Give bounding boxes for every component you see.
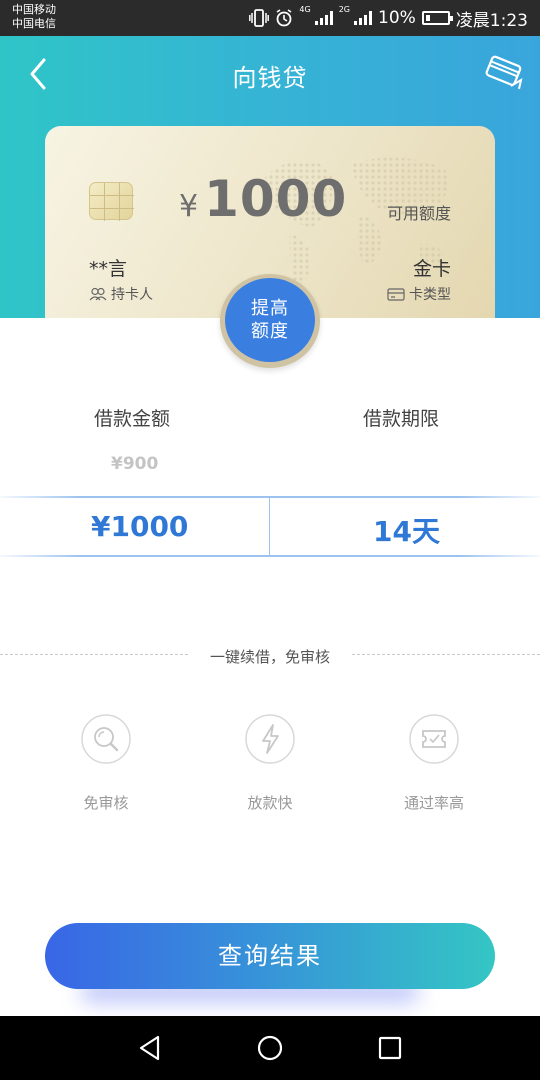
card-chip-icon <box>89 182 134 221</box>
battery-icon <box>421 11 453 25</box>
signal-2-icon <box>354 11 373 25</box>
clock: 凌晨1:23 <box>455 10 528 31</box>
feature-label-high-approval: 通过率高 <box>403 794 464 812</box>
holder-label: 持卡人 <box>89 284 153 304</box>
loan-amount-label: 借款金额 <box>94 408 171 430</box>
raise-limit-button[interactable]: 提高 额度 <box>220 274 320 368</box>
feature-label-no-review: 免审核 <box>83 794 129 812</box>
holder-label-text: 持卡人 <box>111 287 153 303</box>
raise-limit-line1: 提高 <box>251 298 289 319</box>
amount-value: 1000 <box>204 170 348 228</box>
holder-name: **言 <box>89 258 128 280</box>
vibrate-icon <box>249 9 270 27</box>
query-result-button[interactable]: 查询结果 <box>45 923 495 989</box>
signal-1-icon <box>314 11 333 25</box>
page-title: 向钱贷 <box>232 64 308 92</box>
card-type-text: 卡类型 <box>409 287 451 303</box>
ticket-icon <box>409 714 459 764</box>
nav-home-icon[interactable] <box>255 1033 285 1063</box>
picker-top-line <box>0 496 540 498</box>
card-type-label: 卡类型 <box>387 284 451 304</box>
carriers: 中国移动 中国电信 <box>12 3 56 31</box>
tagline: 一键续借，免审核 <box>209 648 330 666</box>
status-indicators: 4G 2G 10% 凌晨1:23 <box>249 5 528 31</box>
selected-term[interactable]: 14天 <box>373 510 440 550</box>
currency-symbol: ¥ <box>179 189 199 224</box>
available-amount: ¥ 1000 <box>179 170 347 228</box>
carrier-1: 中国移动 <box>12 3 56 16</box>
raise-limit-face[interactable]: 提高 额度 <box>225 278 315 362</box>
alarm-icon <box>276 9 292 27</box>
card-icon <box>387 287 405 301</box>
picker-bottom-line <box>0 555 540 557</box>
battery-percent: 10% <box>378 8 416 28</box>
bank-card-icon[interactable] <box>482 52 526 92</box>
available-label: 可用额度 <box>386 204 451 223</box>
picker-divider <box>269 497 270 557</box>
network-2g: 2G <box>338 5 351 14</box>
carrier-2: 中国电信 <box>12 17 56 30</box>
previous-amount[interactable]: ¥900 <box>111 454 158 474</box>
raise-limit-line2: 额度 <box>251 321 289 342</box>
navigation-bar <box>0 1016 540 1080</box>
loan-term-label: 借款期限 <box>363 408 440 430</box>
nav-back-icon[interactable] <box>135 1033 165 1063</box>
card-tier: 金卡 <box>412 258 451 280</box>
nav-recents-icon[interactable] <box>375 1033 405 1063</box>
status-bar: 中国移动 中国电信 4G 2G 10% 凌晨1:23 <box>0 0 540 36</box>
lightning-icon <box>245 714 295 764</box>
magnifier-icon <box>81 714 131 764</box>
people-icon <box>89 287 107 301</box>
network-4g: 4G <box>299 5 311 14</box>
feature-label-fast-loan: 放款快 <box>247 794 293 812</box>
selected-amount[interactable]: ¥1000 <box>91 510 188 543</box>
